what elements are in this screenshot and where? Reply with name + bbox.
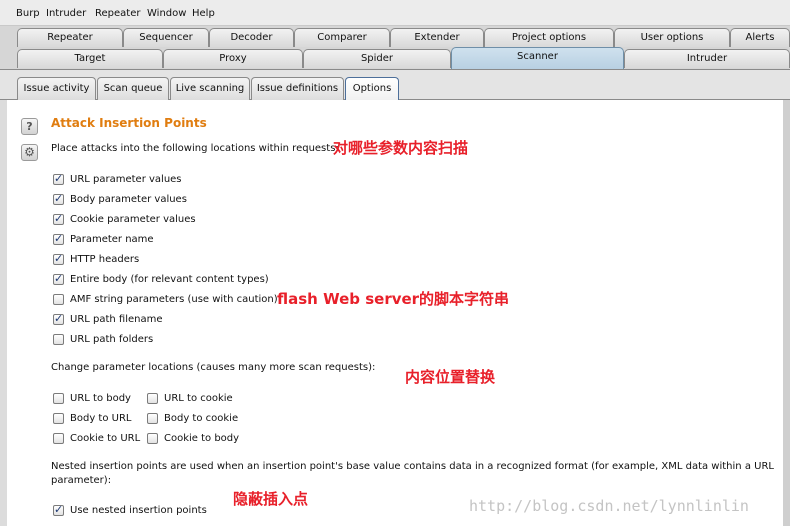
tab-proxy[interactable]: Proxy [163, 49, 303, 68]
location-checkbox[interactable]: AMF string parameters (use with caution) [53, 292, 278, 306]
checkbox-label: HTTP headers [70, 253, 140, 265]
checkbox-box[interactable] [147, 392, 158, 404]
checkbox-label: URL path filename [70, 313, 163, 325]
checkbox-label: Body parameter values [70, 193, 187, 205]
menu-help[interactable]: Help [192, 8, 215, 19]
checkbox-label: Cookie to URL [70, 432, 141, 444]
insertion-intro-text: Place attacks into the following locatio… [51, 143, 339, 154]
subtab-issue-definitions[interactable]: Issue definitions [251, 77, 344, 100]
checkbox-label: URL to cookie [164, 392, 233, 404]
location-checkbox[interactable]: Parameter name [53, 232, 154, 246]
menu-burp[interactable]: Burp [16, 8, 40, 19]
checkbox-box[interactable] [53, 503, 64, 516]
checkbox-label: URL to body [70, 392, 131, 404]
checkbox-box[interactable] [53, 212, 64, 225]
location-checkbox[interactable]: HTTP headers [53, 252, 139, 266]
gear-icon[interactable]: ⚙ [21, 144, 38, 161]
subtab-live-scanning[interactable]: Live scanning [170, 77, 250, 100]
tab-alerts[interactable]: Alerts [730, 28, 790, 47]
tab-user-options[interactable]: User options [614, 28, 730, 47]
location-checkbox[interactable]: Body parameter values [53, 192, 187, 206]
help-icon[interactable]: ? [21, 118, 38, 135]
tab-sequencer[interactable]: Sequencer [123, 28, 209, 47]
checkbox-box[interactable] [53, 412, 64, 424]
checkbox-label: URL parameter values [70, 173, 182, 185]
checkbox-label: Body to cookie [164, 412, 239, 424]
checkbox-label: Cookie parameter values [70, 213, 196, 225]
checkbox-box[interactable] [53, 392, 64, 404]
checkbox-box[interactable] [53, 293, 64, 305]
nested-insertion-checkbox[interactable]: Use nested insertion points [53, 503, 207, 517]
checkbox-label: Parameter name [70, 233, 154, 245]
change-location-checkbox[interactable]: Body to URL [53, 411, 131, 425]
watermark: http://blog.csdn.net/lynnlinlin [469, 497, 749, 515]
change-location-checkbox[interactable]: Body to cookie [147, 411, 238, 425]
checkbox-label: URL path folders [70, 333, 154, 345]
tab-target[interactable]: Target [17, 49, 163, 68]
location-checkbox[interactable]: URL path folders [53, 332, 153, 346]
menu-intruder[interactable]: Intruder [46, 8, 86, 19]
change-locations-heading: Change parameter locations (causes many … [51, 362, 376, 373]
tab-scanner[interactable]: Scanner [451, 47, 624, 69]
tab-decoder[interactable]: Decoder [209, 28, 294, 47]
change-location-checkbox[interactable]: URL to cookie [147, 391, 233, 405]
scrollbar-track[interactable] [783, 100, 790, 526]
annotation-nested: 隐蔽插入点 [233, 490, 309, 508]
checkbox-box[interactable] [53, 252, 64, 265]
scanner-sub-tab-bar: Issue activity Scan queue Live scanning … [0, 70, 790, 100]
checkbox-box[interactable] [53, 432, 64, 444]
location-checkbox[interactable]: Cookie parameter values [53, 212, 196, 226]
subtab-options[interactable]: Options [345, 77, 399, 100]
change-location-checkbox[interactable]: URL to body [53, 391, 131, 405]
checkbox-box[interactable] [53, 232, 64, 245]
checkbox-box[interactable] [53, 333, 64, 345]
tab-extender[interactable]: Extender [390, 28, 484, 47]
checkbox-box[interactable] [53, 192, 64, 205]
checkbox-label: Entire body (for relevant content types) [70, 273, 269, 285]
checkbox-box[interactable] [53, 272, 64, 285]
tab-spider[interactable]: Spider [303, 49, 451, 68]
checkbox-label: Body to URL [70, 412, 132, 424]
location-checkbox[interactable]: URL parameter values [53, 172, 182, 186]
menu-repeater[interactable]: Repeater [95, 8, 140, 19]
checkbox-box[interactable] [53, 312, 64, 325]
nested-description-line2: parameter): [51, 475, 112, 486]
tab-project-options[interactable]: Project options [484, 28, 614, 47]
checkbox-label: Cookie to body [164, 432, 240, 444]
checkbox-label: AMF string parameters (use with caution) [70, 293, 278, 305]
annotation-scan-params: 对哪些参数内容扫描 [333, 139, 469, 157]
change-location-checkbox[interactable]: Cookie to URL [53, 431, 140, 445]
checkbox-label: Use nested insertion points [70, 504, 207, 516]
change-location-checkbox[interactable]: Cookie to body [147, 431, 239, 445]
subtab-issue-activity[interactable]: Issue activity [17, 77, 96, 100]
annotation-location-swap: 内容位置替换 [405, 368, 496, 386]
subtab-scan-queue[interactable]: Scan queue [97, 77, 169, 100]
menu-window[interactable]: Window [147, 8, 186, 19]
tab-repeater[interactable]: Repeater [17, 28, 123, 47]
section-title: Attack Insertion Points [51, 116, 207, 130]
checkbox-box[interactable] [147, 412, 158, 424]
tab-intruder[interactable]: Intruder [624, 49, 790, 68]
nested-description-line1: Nested insertion points are used when an… [51, 461, 774, 472]
main-tab-bar: Repeater Sequencer Decoder Comparer Exte… [0, 26, 790, 70]
location-checkbox[interactable]: Entire body (for relevant content types) [53, 272, 269, 286]
annotation-flash: flash Web server的脚本字符串 [277, 290, 510, 308]
checkbox-box[interactable] [147, 432, 158, 444]
location-checkbox[interactable]: URL path filename [53, 312, 163, 326]
checkbox-box[interactable] [53, 172, 64, 185]
tab-comparer[interactable]: Comparer [294, 28, 390, 47]
menu-bar: Burp Intruder Repeater Window Help [0, 0, 790, 26]
